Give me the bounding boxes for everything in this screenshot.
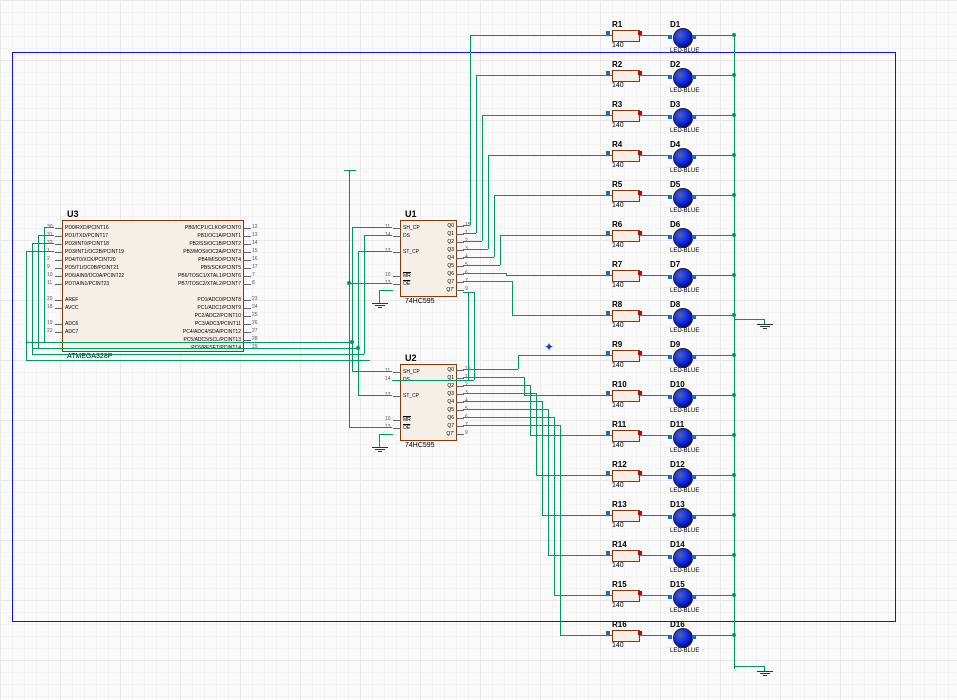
led-D7[interactable] [673, 268, 693, 288]
led-row-15: R15 140 D15 LED-BLUE [594, 584, 894, 622]
led-row-11: R11 140 D11 LED-BLUE [594, 424, 894, 462]
led-D16[interactable] [673, 628, 693, 648]
resistor-R16[interactable] [612, 630, 640, 642]
gnd-stub-2 [734, 666, 765, 667]
led-row-16: R16 140 D16 LED-BLUE [594, 624, 894, 662]
led-D15[interactable] [673, 588, 693, 608]
u1-value: 74HC595 [405, 298, 435, 305]
led-D9[interactable] [673, 348, 693, 368]
led-row-5: R5 140 D5 LED-BLUE [594, 184, 894, 222]
resistor-R7[interactable] [612, 270, 640, 282]
led-D8[interactable] [673, 308, 693, 328]
led-row-6: R6 140 D6 LED-BLUE [594, 224, 894, 262]
resistor-R11[interactable] [612, 430, 640, 442]
gnd-stub-v [764, 319, 765, 324]
led-D6[interactable] [673, 228, 693, 248]
gnd-stub [734, 319, 765, 320]
u3-refdes: U3 [67, 209, 79, 219]
led-row-9: R9 140 D9 LED-BLUE [594, 344, 894, 382]
led-row-12: R12 140 D12 LED-BLUE [594, 464, 894, 502]
resistor-R15[interactable] [612, 590, 640, 602]
origin-marker: ✦ [544, 340, 554, 354]
led-D4[interactable] [673, 148, 693, 168]
ground-u2-oe [372, 446, 388, 453]
led-row-2: R2 140 D2 LED-BLUE [594, 64, 894, 102]
resistor-R3[interactable] [612, 110, 640, 122]
led-row-10: R10 140 D10 LED-BLUE [594, 384, 894, 422]
resistor-R8[interactable] [612, 310, 640, 322]
gnd-stub-2v [764, 666, 765, 671]
resistor-R10[interactable] [612, 390, 640, 402]
resistor-R12[interactable] [612, 470, 640, 482]
resistor-R9[interactable] [612, 350, 640, 362]
led-row-1: R1 140 D1 LED-BLUE [594, 24, 894, 62]
component-u1[interactable]: U1 74HC595 11SH_CP14DS12ST_CP10MR13OE15Q… [400, 220, 457, 297]
ground-symbol-2 [757, 670, 773, 677]
ground-bus [734, 37, 735, 669]
led-row-13: R13 140 D13 LED-BLUE [594, 504, 894, 542]
led-D14[interactable] [673, 548, 693, 568]
led-D2[interactable] [673, 68, 693, 88]
led-row-7: R7 140 D7 LED-BLUE [594, 264, 894, 302]
led-D5[interactable] [673, 188, 693, 208]
component-u3[interactable]: U3 ATMEGA328P 30PD0/RXD/PCINT1631PD1/TXD… [62, 220, 244, 352]
led-D13[interactable] [673, 508, 693, 528]
resistor-R2[interactable] [612, 70, 640, 82]
led-D10[interactable] [673, 388, 693, 408]
vcc-symbol [340, 170, 360, 182]
led-D1[interactable] [673, 28, 693, 48]
led-D3[interactable] [673, 108, 693, 128]
led-D12[interactable] [673, 468, 693, 488]
resistor-R5[interactable] [612, 190, 640, 202]
resistor-R6[interactable] [612, 230, 640, 242]
u2-value: 74HC595 [405, 442, 435, 449]
component-u2[interactable]: U2 74HC595 11SH_CP14DS12ST_CP10MR13OE15Q… [400, 364, 457, 441]
led-row-14: R14 140 D14 LED-BLUE [594, 544, 894, 582]
led-row-8: R8 140 D8 LED-BLUE [594, 304, 894, 342]
resistor-R4[interactable] [612, 150, 640, 162]
led-D11[interactable] [673, 428, 693, 448]
led-row-4: R4 140 D4 LED-BLUE [594, 144, 894, 182]
ground-u1-oe [372, 302, 388, 309]
led-row-3: R3 140 D3 LED-BLUE [594, 104, 894, 142]
u2-refdes: U2 [405, 353, 417, 363]
ground-symbol [757, 323, 773, 330]
u1-refdes: U1 [405, 209, 417, 219]
resistor-R14[interactable] [612, 550, 640, 562]
resistor-R13[interactable] [612, 510, 640, 522]
resistor-R1[interactable] [612, 30, 640, 42]
